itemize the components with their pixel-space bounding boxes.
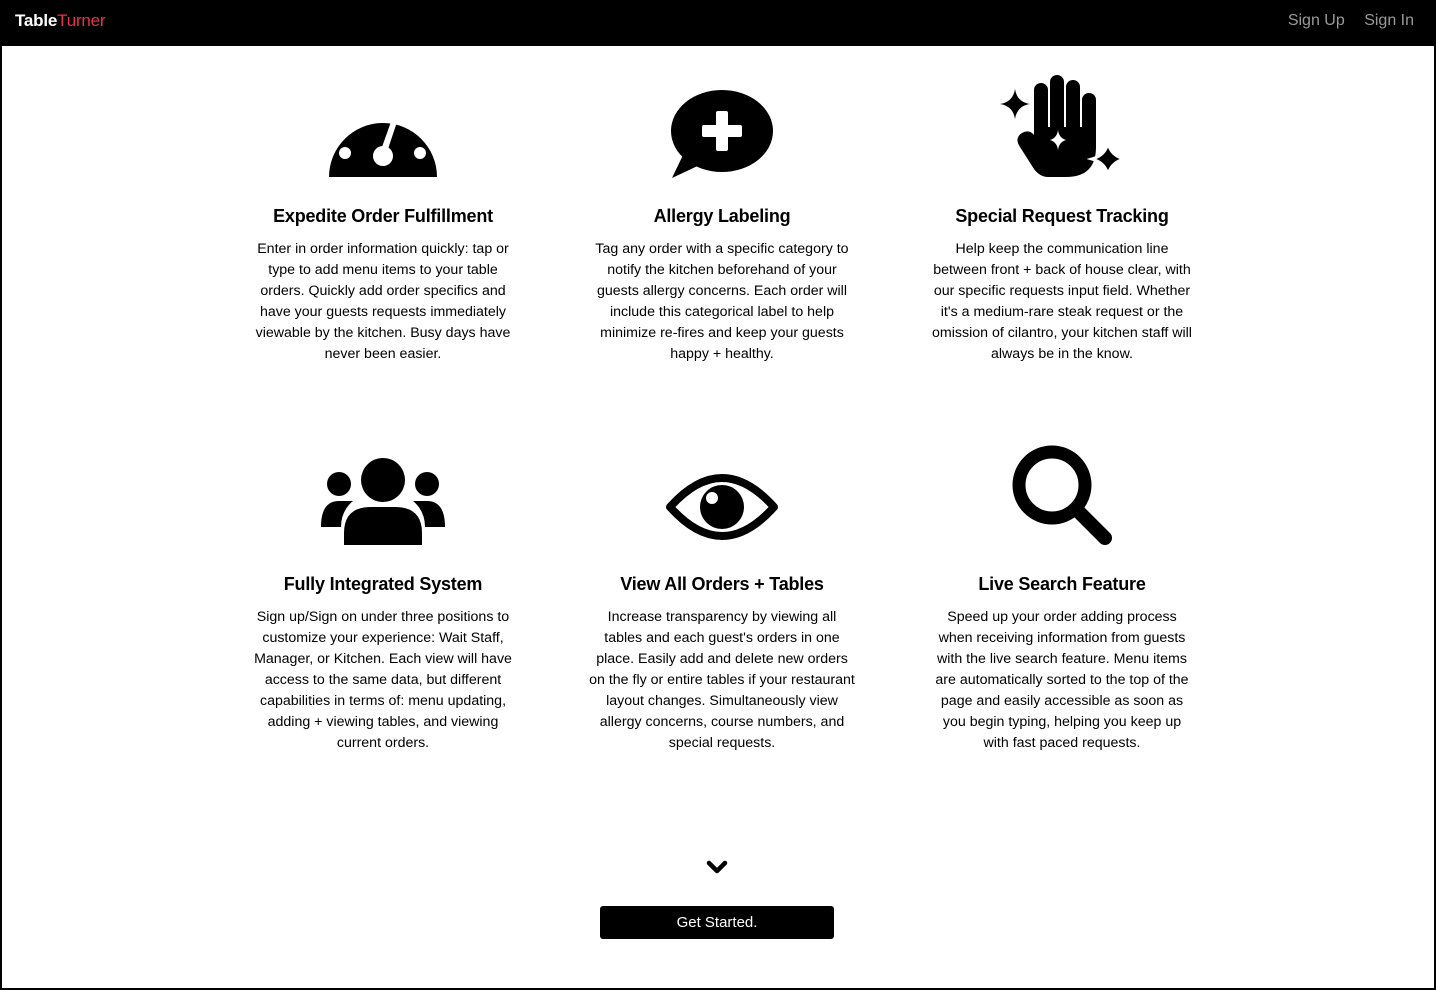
get-started-button[interactable]: Get Started. xyxy=(600,906,834,939)
feature-description: Speed up your order adding process when … xyxy=(935,609,1189,751)
eye-icon xyxy=(572,432,872,547)
brand-name-part1: Table xyxy=(15,11,58,30)
main-content: Expedite Order Fulfillment Enter in orde… xyxy=(2,46,1434,988)
feature-card: Allergy Labeling Tag any order with a sp… xyxy=(572,64,872,365)
feature-title: Allergy Labeling xyxy=(653,206,791,226)
nav-links: Sign Up Sign In xyxy=(1273,12,1414,30)
feature-description: Help keep the communication line between… xyxy=(932,241,1192,362)
feature-title: Fully Integrated System xyxy=(283,574,483,594)
feature-description: Tag any order with a specific category t… xyxy=(595,241,849,362)
sign-in-link[interactable]: Sign In xyxy=(1364,12,1414,29)
sign-up-link[interactable]: Sign Up xyxy=(1288,12,1345,29)
users-icon xyxy=(233,432,533,547)
feature-title: Expedite Order Fulfillment xyxy=(273,206,493,226)
feature-card: View All Orders + Tables Increase transp… xyxy=(572,432,872,754)
feature-description: Increase transparency by viewing all tab… xyxy=(589,609,855,751)
feature-title: Special Request Tracking xyxy=(955,206,1169,226)
chevron-down-icon[interactable] xyxy=(705,858,729,881)
feature-description: Sign up/Sign on under three positions to… xyxy=(254,609,512,751)
speedometer-icon xyxy=(233,64,533,179)
hand-sparkles-icon xyxy=(912,64,1212,179)
feature-card: Special Request Tracking Help keep the c… xyxy=(912,64,1212,365)
feature-card: Live Search Feature Speed up your order … xyxy=(912,432,1212,754)
feature-title: Live Search Feature xyxy=(978,574,1146,594)
navbar: TableTurner Sign Up Sign In xyxy=(0,0,1436,44)
search-icon xyxy=(912,432,1212,547)
brand-logo[interactable]: TableTurner xyxy=(15,11,106,31)
feature-description: Enter in order information quickly: tap … xyxy=(255,241,511,362)
brand-name-part2: Turner xyxy=(57,11,106,30)
chat-plus-icon xyxy=(572,64,872,179)
feature-title: View All Orders + Tables xyxy=(620,574,824,594)
feature-card: Fully Integrated System Sign up/Sign on … xyxy=(233,432,533,754)
feature-card: Expedite Order Fulfillment Enter in orde… xyxy=(233,64,533,365)
